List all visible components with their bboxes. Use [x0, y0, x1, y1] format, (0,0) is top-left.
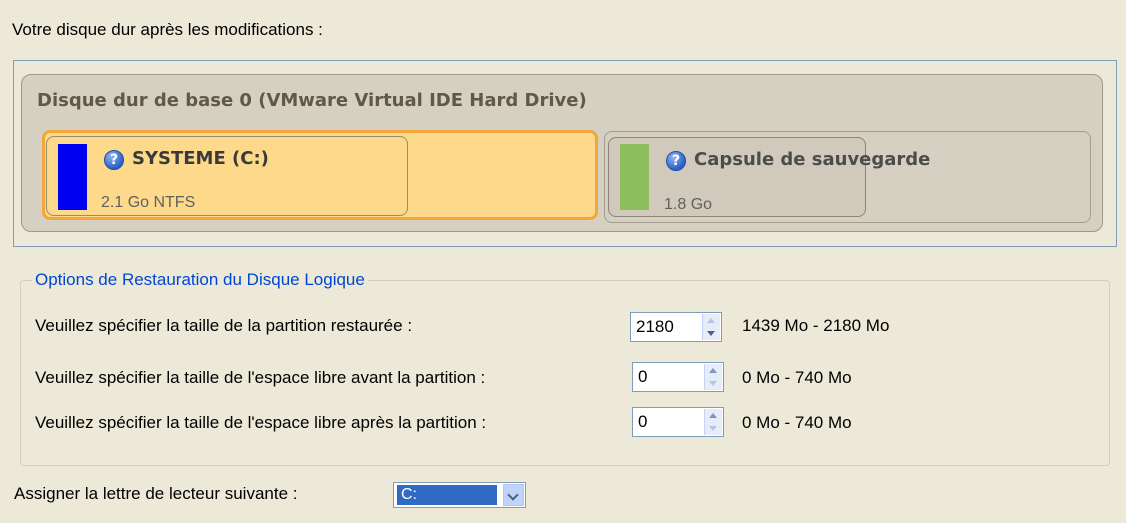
- spinner-up-icon[interactable]: [709, 413, 717, 418]
- partition-system-info: 2.1 Go NTFS: [101, 194, 196, 211]
- spinner-down-icon[interactable]: [709, 381, 717, 386]
- free-space-before-value[interactable]: 0: [638, 367, 647, 387]
- partition-size-label: Veuillez spécifier la taille de la parti…: [35, 316, 413, 335]
- partition-backup-info: 1.8 Go: [664, 196, 713, 213]
- free-space-before-range: 0 Mo - 740 Mo: [742, 368, 852, 387]
- free-space-before-label: Veuillez spécifier la taille de l'espace…: [35, 368, 486, 387]
- free-space-after-label: Veuillez spécifier la taille de l'espace…: [35, 413, 487, 432]
- spinner-down-icon[interactable]: [709, 426, 717, 431]
- partition-system-name: SYSTEME (C:): [132, 148, 269, 169]
- partition-backup-color-swatch: [620, 144, 649, 210]
- disk-title: Disque dur de base 0 (VMware Virtual IDE…: [37, 90, 587, 111]
- free-space-after-spinner[interactable]: 0: [632, 407, 724, 437]
- free-space-after-value[interactable]: 0: [638, 412, 647, 432]
- chevron-down-icon[interactable]: [503, 484, 524, 506]
- help-icon[interactable]: ?: [666, 151, 686, 171]
- drive-letter-value[interactable]: C:: [397, 485, 497, 505]
- free-space-before-spinner[interactable]: 0: [632, 362, 724, 392]
- partition-size-spinner[interactable]: 2180: [630, 312, 722, 342]
- partition-size-value[interactable]: 2180: [636, 317, 674, 337]
- help-icon[interactable]: ?: [104, 150, 124, 170]
- page-heading: Votre disque dur après les modifications…: [12, 20, 323, 39]
- spinner-down-icon[interactable]: [707, 331, 715, 336]
- free-space-after-range: 0 Mo - 740 Mo: [742, 413, 852, 432]
- drive-letter-select[interactable]: C:: [393, 482, 526, 508]
- options-group-legend: Options de Restauration du Disque Logiqu…: [32, 270, 368, 290]
- spinner-buttons[interactable]: [702, 314, 720, 340]
- spinner-up-icon[interactable]: [707, 318, 715, 323]
- partition-size-range: 1439 Mo - 2180 Mo: [742, 316, 890, 335]
- partition-backup-name: Capsule de sauvegarde: [694, 149, 931, 170]
- drive-letter-label: Assigner la lettre de lecteur suivante :: [14, 484, 298, 503]
- spinner-up-icon[interactable]: [709, 368, 717, 373]
- spinner-buttons[interactable]: [704, 409, 722, 435]
- spinner-buttons[interactable]: [704, 364, 722, 390]
- partition-system-color-swatch: [58, 144, 87, 210]
